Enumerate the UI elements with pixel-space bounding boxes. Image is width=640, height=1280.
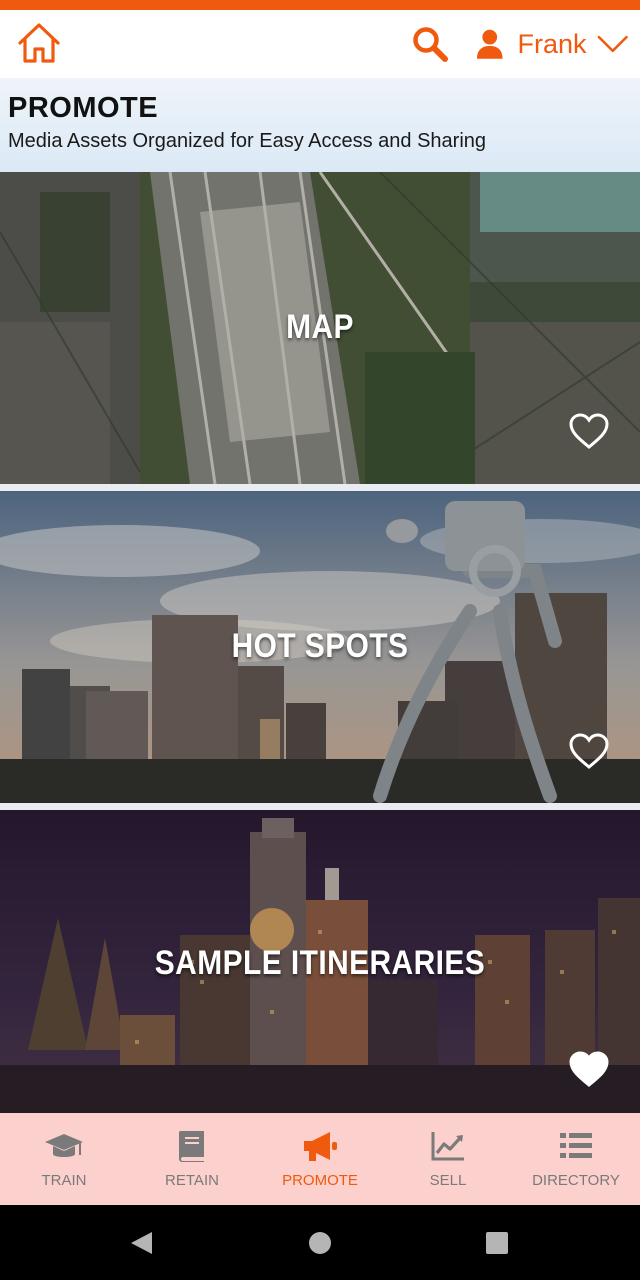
list-icon	[560, 1133, 592, 1158]
system-nav-bar	[0, 1205, 640, 1280]
heart-outline-icon[interactable]	[568, 412, 610, 450]
card-map[interactable]: MAP	[0, 172, 640, 484]
home-icon[interactable]	[16, 20, 62, 66]
page-subtitle: Media Assets Organized for Easy Access a…	[8, 130, 487, 152]
megaphone-icon	[304, 1132, 337, 1161]
nav-label: PROMOTE	[282, 1172, 358, 1189]
nav-label: DIRECTORY	[532, 1172, 620, 1189]
back-icon[interactable]	[127, 1229, 157, 1257]
card-label: HOT SPOTS	[231, 627, 409, 665]
recents-icon[interactable]	[482, 1229, 512, 1257]
nav-label: SELL	[429, 1172, 467, 1189]
top-bar: Frank	[0, 10, 640, 78]
card-label: SAMPLE ITINERARIES	[154, 944, 486, 982]
nav-item-sell[interactable]: SELL	[384, 1113, 512, 1205]
nav-label: RETAIN	[165, 1172, 219, 1189]
book-icon	[179, 1131, 204, 1162]
nav-label: TRAIN	[41, 1172, 87, 1189]
card-hot-spots[interactable]: HOT SPOTS	[0, 491, 640, 803]
chevron-down-icon	[597, 35, 628, 53]
line-chart-icon	[431, 1132, 464, 1161]
home-circle-icon[interactable]	[305, 1229, 335, 1257]
heart-outline-icon[interactable]	[568, 732, 610, 770]
page-title: PROMOTE	[8, 92, 159, 124]
heart-filled-icon[interactable]	[568, 1050, 610, 1088]
nav-item-train[interactable]: TRAIN	[0, 1113, 128, 1205]
nav-item-promote[interactable]: PROMOTE	[256, 1113, 384, 1205]
user-icon	[476, 29, 503, 59]
search-icon[interactable]	[410, 24, 450, 64]
divider	[0, 484, 640, 491]
graduation-cap-icon	[45, 1134, 83, 1157]
nav-item-retain[interactable]: RETAIN	[128, 1113, 256, 1205]
page-header: PROMOTE Media Assets Organized for Easy …	[0, 78, 640, 172]
user-menu-button[interactable]: Frank	[476, 22, 628, 66]
accent-bar	[0, 0, 640, 10]
nav-item-directory[interactable]: DIRECTORY	[512, 1113, 640, 1205]
card-label: MAP	[286, 308, 354, 346]
divider	[0, 803, 640, 810]
bottom-nav: TRAIN RETAIN PROMOTE SELL DIRECTORY	[0, 1113, 640, 1205]
card-sample-itineraries[interactable]: SAMPLE ITINERARIES	[0, 810, 640, 1113]
user-name: Frank	[517, 28, 587, 59]
